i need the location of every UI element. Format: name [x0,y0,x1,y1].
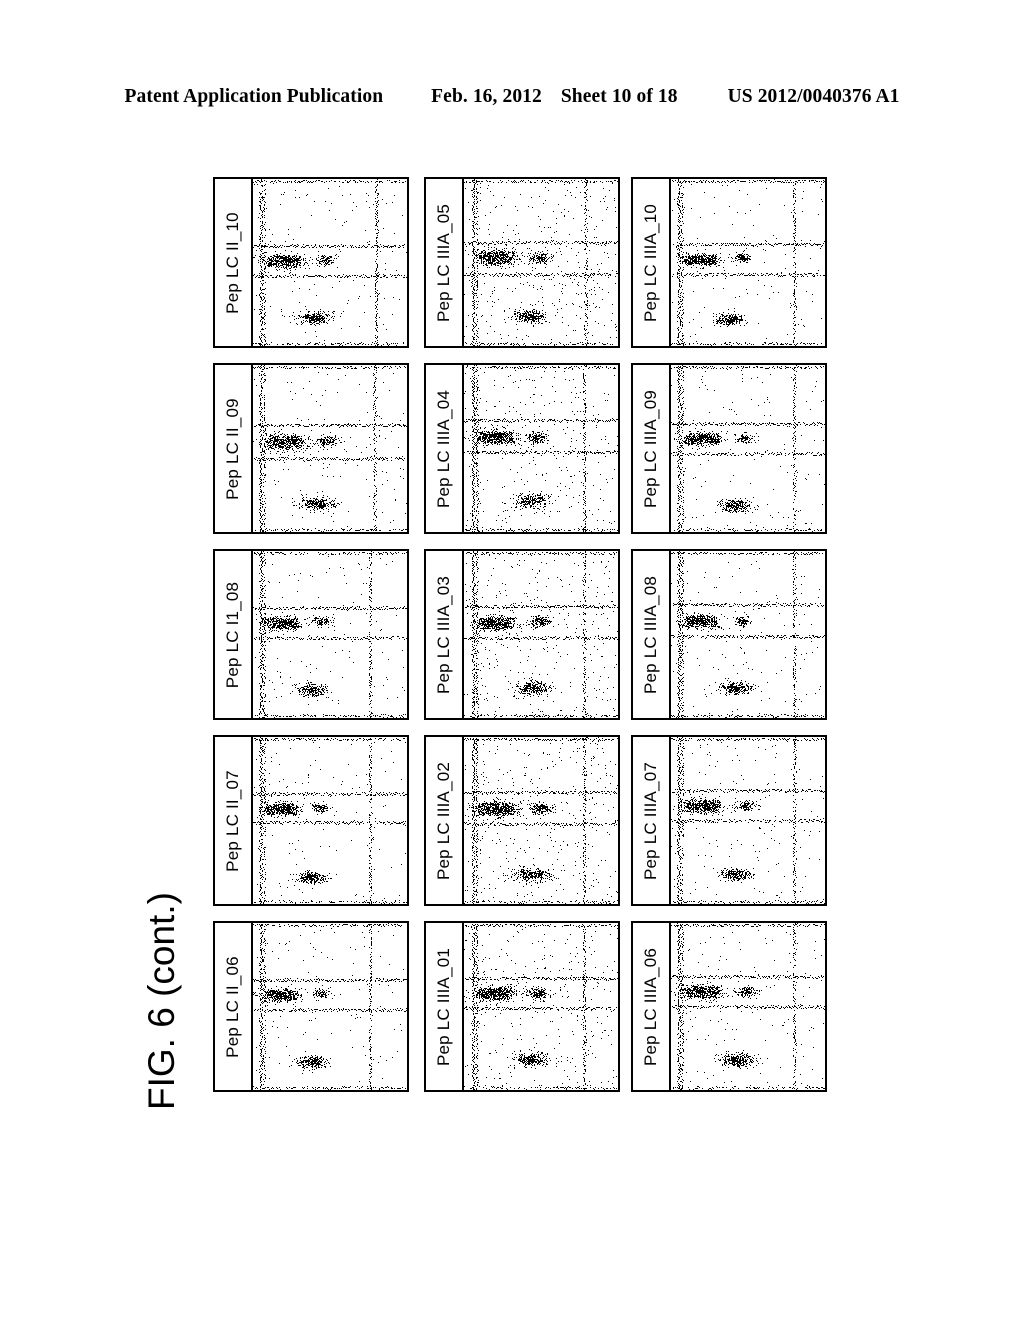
publication-date: Feb. 16, 2012 [431,86,542,107]
panel-label: Pep LC II_10 [223,211,242,314]
sheet-number: Sheet 10 of 18 [560,86,678,107]
scatter-canvas [671,737,825,904]
publication-title: Patent Application Publication [124,86,384,107]
panel-plot-area [464,737,618,904]
panel-plot-area [464,365,618,532]
panel-label-strip: Pep LC IIIA_05 [426,179,464,346]
scatter-canvas [464,179,618,346]
panel-label: Pep LC IIIA_01 [434,947,453,1066]
panel-plot-area [253,365,407,532]
panel-label: Pep LC IIIA_08 [641,575,660,694]
panel-label-strip: Pep LC IIIA_06 [633,923,671,1090]
scatter-panel: Pep LC II_06 [213,921,409,1092]
scatter-canvas [253,179,407,346]
panel-plot-area [671,737,825,904]
panel-label: Pep LC IIIA_04 [434,389,453,508]
panel-label: Pep LC IIIA_03 [434,575,453,694]
panel-label: Pep LC IIIA_09 [641,389,660,508]
scatter-panel: Pep LC IIIA_08 [631,549,827,720]
panel-label-strip: Pep LC II_07 [215,737,253,904]
page-header: Patent Application Publication Feb. 16, … [0,86,1024,108]
scatter-panel: Pep LC II_07 [213,735,409,906]
panel-label: Pep LC IIIA_05 [434,203,453,322]
panel-label-strip: Pep LC IIIA_02 [426,737,464,904]
scatter-panel: Pep LC II_10 [213,177,409,348]
panel-label-strip: Pep LC IIIA_01 [426,923,464,1090]
scatter-panel: Pep LC IIIA_06 [631,921,827,1092]
scatter-panel: Pep LC IIIA_07 [631,735,827,906]
scatter-canvas [671,365,825,532]
panel-label: Pep LC IIIA_06 [641,947,660,1066]
scatter-panel: Pep LC IIIA_02 [424,735,620,906]
scatter-canvas [253,737,407,904]
scatter-canvas [671,179,825,346]
panel-label: Pep LC IIIA_02 [434,761,453,880]
panel-plot-area [671,551,825,718]
panel-label-strip: Pep LC IIIA_03 [426,551,464,718]
panel-plot-area [671,365,825,532]
panel-label-strip: Pep LC IIIA_08 [633,551,671,718]
panel-label-strip: Pep LC II_06 [215,923,253,1090]
panel-plot-area [253,551,407,718]
panel-label: Pep LC IIIA_10 [641,203,660,322]
scatter-panel: Pep LC IIIA_03 [424,549,620,720]
panel-plot-area [464,923,618,1090]
panel-label: Pep LC IIIA_07 [641,761,660,880]
panel-plot-area [464,179,618,346]
scatter-canvas [253,923,407,1090]
scatter-canvas [464,551,618,718]
patent-number: US 2012/0040376 A1 [727,86,900,107]
scatter-panel: Pep LC II_09 [213,363,409,534]
panel-label: Pep LC II_06 [223,955,242,1058]
figure-caption: FIG. 6 (cont.) [141,892,182,1110]
scatter-canvas [671,551,825,718]
scatter-panel: Pep LC IIIA_10 [631,177,827,348]
panel-plot-area [253,923,407,1090]
scatter-canvas [671,923,825,1090]
panel-plot-area [671,179,825,346]
scatter-panel: Pep LC IIIA_01 [424,921,620,1092]
scatter-panel: Pep LC IIIA_04 [424,363,620,534]
scatter-plot-grid: Pep LC II_10 Pep LC IIIA_05 Pep LC IIIA_10… [213,177,833,1092]
scatter-panel: Pep LC I1_08 [213,549,409,720]
panel-label-strip: Pep LC IIIA_09 [633,365,671,532]
panel-label-strip: Pep LC I1_08 [215,551,253,718]
panel-label-strip: Pep LC IIIA_07 [633,737,671,904]
panel-plot-area [253,737,407,904]
panel-label: Pep LC II_09 [223,397,242,500]
scatter-canvas [464,365,618,532]
panel-label-strip: Pep LC IIIA_10 [633,179,671,346]
scatter-canvas [464,923,618,1090]
panel-plot-area [464,551,618,718]
panel-label-strip: Pep LC II_10 [215,179,253,346]
scatter-canvas [464,737,618,904]
panel-plot-area [253,179,407,346]
scatter-panel: Pep LC IIIA_09 [631,363,827,534]
panel-label-strip: Pep LC II_09 [215,365,253,532]
panel-label: Pep LC II_07 [223,769,242,872]
scatter-canvas [253,365,407,532]
panel-plot-area [671,923,825,1090]
scatter-canvas [253,551,407,718]
panel-label: Pep LC I1_08 [223,581,242,688]
panel-label-strip: Pep LC IIIA_04 [426,365,464,532]
scatter-panel: Pep LC IIIA_05 [424,177,620,348]
